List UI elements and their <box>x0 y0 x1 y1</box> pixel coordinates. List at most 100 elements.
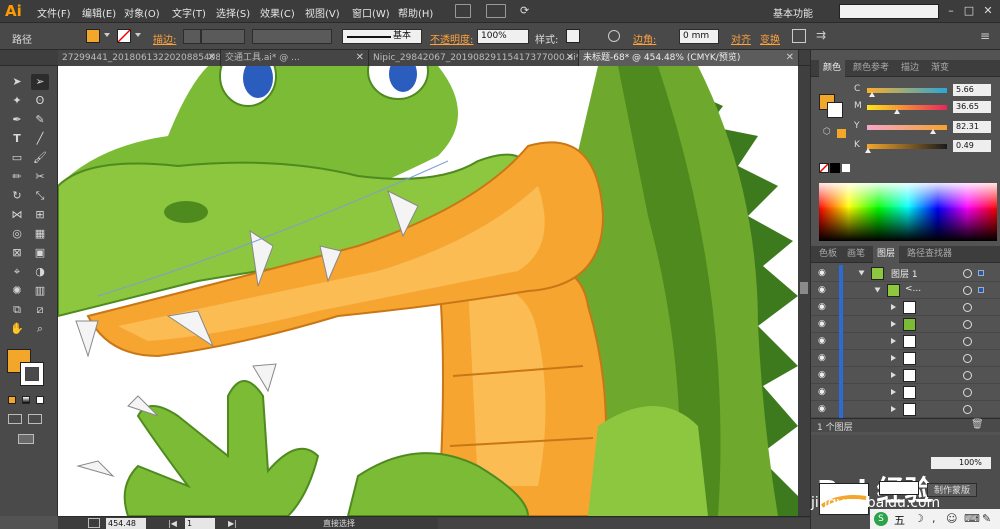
visibility-eye-icon[interactable]: ◉ <box>818 285 830 295</box>
artboard-tool-icon[interactable]: ⧉ <box>8 302 26 318</box>
tab-document-3[interactable]: Nipic_29842067_20190829115417377000.ai* ✕ <box>369 50 579 66</box>
chevron-down-icon[interactable] <box>135 33 141 37</box>
sublayer-row[interactable]: ◉ <box>811 350 1000 367</box>
vertical-scrollbar[interactable] <box>798 66 810 516</box>
visibility-eye-icon[interactable]: ◉ <box>818 387 830 397</box>
target-circle-icon[interactable] <box>963 405 972 414</box>
sync-icon[interactable]: ⟳ <box>520 4 536 18</box>
tab-swatches[interactable]: 色板 <box>815 246 841 263</box>
expand-triangle-icon[interactable] <box>891 338 896 344</box>
opacity-label[interactable]: 不透明度: <box>430 31 473 46</box>
transform-link[interactable]: 变换 <box>760 31 780 46</box>
tab-color-guide[interactable]: 颜色参考 <box>849 60 893 77</box>
ime-mode[interactable]: 五 <box>894 512 905 528</box>
target-circle-icon[interactable] <box>963 303 972 312</box>
first-page-icon[interactable]: |◀ <box>168 518 177 529</box>
group-name[interactable]: <... <box>905 284 921 294</box>
stroke-weight-field[interactable] <box>201 29 245 44</box>
layer-row[interactable]: ◉ 图层 1 <box>811 265 1000 282</box>
visibility-eye-icon[interactable]: ◉ <box>818 319 830 329</box>
menu-arrows-icon[interactable]: ⇉ <box>816 28 826 42</box>
target-circle-icon[interactable] <box>963 354 972 363</box>
tab-document-1[interactable]: 27299441_201806132202088540888.ai*✕ <box>58 50 221 66</box>
change-screen-mode-icon[interactable] <box>18 434 34 444</box>
panel-stroke-swatch[interactable] <box>827 102 843 118</box>
brush-definition[interactable]: 基本 <box>342 29 422 44</box>
pen-tool-icon[interactable]: ✒ <box>8 112 26 128</box>
menu-window[interactable]: 窗口(W) <box>352 5 390 20</box>
opacity-field[interactable]: 100% <box>477 29 529 44</box>
stroke-weight-stepper[interactable] <box>183 29 201 44</box>
opacity-field[interactable]: 100% <box>931 457 991 469</box>
eyedropper-icon[interactable]: ⌖ <box>8 264 26 280</box>
visibility-eye-icon[interactable]: ◉ <box>818 268 830 278</box>
page-field[interactable]: 1 <box>185 518 215 529</box>
visibility-eye-icon[interactable]: ◉ <box>818 370 830 380</box>
tab-stroke[interactable]: 描边 <box>897 60 923 77</box>
expand-triangle-icon[interactable] <box>874 287 881 293</box>
white-swatch[interactable] <box>841 163 851 173</box>
ime-keyboard-icon[interactable]: ⌨ <box>964 512 980 525</box>
expand-triangle-icon[interactable] <box>891 304 896 310</box>
type-tool-icon[interactable]: T <box>8 131 26 147</box>
width-tool-icon[interactable]: ⋈ <box>8 207 26 223</box>
target-circle-icon[interactable] <box>963 388 972 397</box>
sublayer-row[interactable]: ◉ <box>811 401 1000 418</box>
slice-tool-icon[interactable]: ⧄ <box>31 302 49 318</box>
tab-document-2[interactable]: 交通工具.ai* @ ... ✕ <box>221 50 369 66</box>
gamut-color-chip[interactable] <box>837 129 846 138</box>
chevron-down-icon[interactable] <box>104 33 110 37</box>
target-circle-icon[interactable] <box>963 320 972 329</box>
menu-view[interactable]: 视图(V) <box>305 5 340 20</box>
menu-type[interactable]: 文字(T) <box>172 5 206 20</box>
pencil-icon[interactable]: ✏ <box>8 169 26 185</box>
color-mode-icon[interactable] <box>8 396 16 404</box>
ime-moon-icon[interactable]: ☽ <box>914 512 924 525</box>
magic-wand-icon[interactable]: ✦ <box>8 93 26 109</box>
tab-document-active[interactable]: 未标题-68* @ 454.48% (CMYK/预览) ✕ <box>579 50 799 66</box>
maximize-icon[interactable]: □ <box>962 4 976 18</box>
visibility-eye-icon[interactable]: ◉ <box>818 336 830 346</box>
color-spectrum[interactable] <box>819 183 997 241</box>
cyan-slider[interactable]: C 5.66 <box>854 84 999 98</box>
artboard-nav-icon[interactable] <box>88 518 100 528</box>
scissors-icon[interactable]: ✂ <box>31 169 49 185</box>
corners-label[interactable]: 边角: <box>633 31 656 46</box>
bridge-icon[interactable] <box>455 4 471 18</box>
rotate-icon[interactable]: ↻ <box>8 188 26 204</box>
mesh-tool-icon[interactable]: ⊠ <box>8 245 26 261</box>
target-circle-icon[interactable] <box>963 286 972 295</box>
workspace-switcher[interactable]: 基本功能 <box>773 5 813 20</box>
stroke-color-box[interactable] <box>20 362 44 386</box>
draw-mode-icon[interactable] <box>8 414 22 424</box>
menu-effect[interactable]: 效果(C) <box>260 5 295 20</box>
expand-triangle-icon[interactable] <box>891 321 896 327</box>
clip-thumbnail[interactable] <box>879 481 919 495</box>
zoom-field[interactable]: 454.48 <box>106 518 146 529</box>
menu-edit[interactable]: 编辑(E) <box>82 5 116 20</box>
search-input[interactable] <box>839 4 939 19</box>
column-graph-icon[interactable]: ▥ <box>31 283 49 299</box>
zoom-tool-icon[interactable]: ⌕ <box>31 321 49 337</box>
fill-swatch[interactable] <box>86 29 100 43</box>
sublayer-row[interactable]: ◉ <box>811 299 1000 316</box>
close-icon[interactable]: ✕ <box>981 4 995 18</box>
direct-selection-tool-icon[interactable]: ➢ <box>31 74 49 90</box>
recolor-artwork-icon[interactable] <box>608 30 620 42</box>
group-row[interactable]: ◉ <... <box>811 282 1000 299</box>
rectangle-tool-icon[interactable]: ▭ <box>8 150 26 166</box>
tab-brushes[interactable]: 画笔 <box>843 246 869 263</box>
panel-menu-icon[interactable]: ≡ <box>980 29 990 43</box>
gradient-tool-icon[interactable]: ▣ <box>31 245 49 261</box>
blend-tool-icon[interactable]: ◑ <box>31 264 49 280</box>
line-tool-icon[interactable]: ╱ <box>31 131 49 147</box>
scale-icon[interactable]: ⤡ <box>31 188 49 204</box>
layer-name[interactable]: 图层 1 <box>891 267 918 280</box>
expand-triangle-icon[interactable] <box>891 389 896 395</box>
graphic-style-swatch[interactable] <box>566 29 580 43</box>
none-mode-icon[interactable] <box>36 396 44 404</box>
perspective-grid-icon[interactable]: ▦ <box>31 226 49 242</box>
target-circle-icon[interactable] <box>963 269 972 278</box>
menu-help[interactable]: 帮助(H) <box>398 5 433 20</box>
align-link[interactable]: 对齐 <box>731 31 751 46</box>
